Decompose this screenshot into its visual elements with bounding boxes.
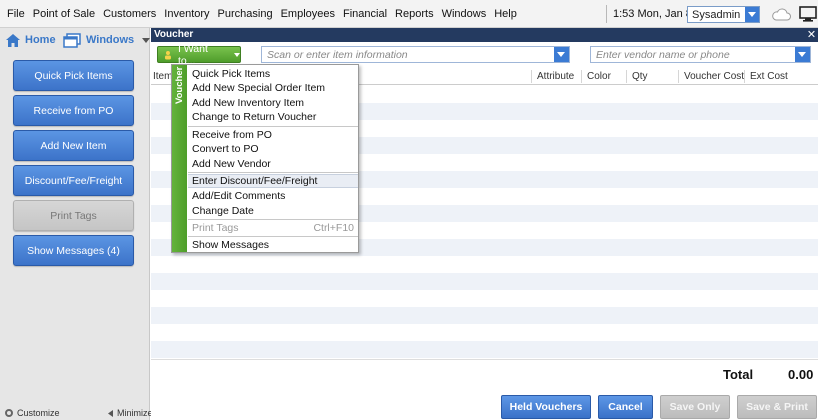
cloud-icon[interactable] <box>771 7 791 21</box>
column-header-color[interactable]: Color <box>587 71 611 82</box>
chevron-down-icon[interactable] <box>554 47 569 62</box>
item-scan-placeholder: Scan or enter item information <box>267 49 408 61</box>
table-row[interactable] <box>151 273 818 290</box>
minimize-link[interactable]: Minimize <box>106 408 153 418</box>
menu-employees[interactable]: Employees <box>277 8 339 20</box>
column-divider <box>678 70 679 83</box>
total-value: 0.00 <box>788 367 814 382</box>
home-icon <box>6 33 20 47</box>
i-want-to-button[interactable]: I Want to... <box>157 43 241 67</box>
add-new-item-button[interactable]: Add New Item <box>13 130 134 161</box>
voucher-footer: Total 0.00 Held Vouchers Cancel Save Onl… <box>151 359 818 420</box>
voucher-toolbar: I Want to... Scan or enter item informat… <box>151 42 818 67</box>
chevron-down-icon <box>745 7 759 22</box>
menu-item-quick-pick-items[interactable]: Quick Pick Items <box>188 67 358 81</box>
close-icon[interactable]: ✕ <box>805 28 818 42</box>
menu-item-change-to-return-voucher[interactable]: Change to Return Voucher <box>188 110 358 124</box>
menu-item-add-new-special-order-item[interactable]: Add New Special Order Item <box>188 81 358 95</box>
menu-item-print-tags[interactable]: Print Tags Ctrl+F10 <box>188 221 358 235</box>
customize-label: Customize <box>17 408 60 418</box>
total-label: Total <box>723 367 754 382</box>
left-panel-footer: Customize Minimize <box>0 406 153 420</box>
menu-customers[interactable]: Customers <box>99 8 160 20</box>
home-label: Home <box>25 34 56 46</box>
column-header-attribute[interactable]: Attribute <box>537 71 574 82</box>
menu-divider <box>188 172 358 173</box>
i-want-to-label: I Want to... <box>177 42 208 67</box>
column-divider <box>581 70 582 83</box>
windows-link[interactable]: Windows <box>63 31 151 49</box>
table-row[interactable] <box>151 290 818 307</box>
menu-point-of-sale[interactable]: Point of Sale <box>29 8 99 20</box>
home-link[interactable]: Home <box>5 31 56 49</box>
menu-reports[interactable]: Reports <box>391 8 438 20</box>
menu-financial[interactable]: Financial <box>339 8 391 20</box>
discount-fee-freight-button[interactable]: Discount/Fee/Freight <box>13 165 134 196</box>
receive-from-po-button[interactable]: Receive from PO <box>13 95 134 126</box>
user-select[interactable]: Sysadmin <box>687 6 760 23</box>
caret-down-icon <box>234 52 240 57</box>
column-header-ext-cost[interactable]: Ext Cost <box>750 71 788 82</box>
monitor-icon[interactable] <box>799 5 817 23</box>
menu-item-print-tags-label: Print Tags <box>192 222 239 234</box>
chevron-down-icon[interactable] <box>795 47 810 62</box>
column-divider <box>531 70 532 83</box>
menu-purchasing[interactable]: Purchasing <box>214 8 277 20</box>
vendor-placeholder: Enter vendor name or phone <box>596 49 730 61</box>
table-row[interactable] <box>151 256 818 273</box>
menu-bar: File Point of Sale Customers Inventory P… <box>0 0 818 28</box>
chevron-left-icon <box>108 409 113 417</box>
person-icon <box>164 50 171 59</box>
divider <box>606 5 607 23</box>
column-divider <box>744 70 745 83</box>
menu-inventory[interactable]: Inventory <box>160 8 213 20</box>
column-header-voucher-cost[interactable]: Voucher Cost <box>684 71 744 82</box>
menu-divider <box>188 236 358 237</box>
menu-help[interactable]: Help <box>490 8 521 20</box>
menu-item-add-edit-comments[interactable]: Add/Edit Comments <box>188 189 358 203</box>
i-want-to-menu: Voucher Quick Pick Items Add New Special… <box>171 64 359 253</box>
menu-item-print-tags-shortcut: Ctrl+F10 <box>313 222 354 234</box>
table-row[interactable] <box>151 341 818 358</box>
windows-icon <box>63 32 81 48</box>
window-titlebar: Voucher ✕ <box>151 28 818 42</box>
menu-item-convert-to-po[interactable]: Convert to PO <box>188 142 358 156</box>
clock-text: 1:53 Mon, Jan 8 <box>613 8 692 20</box>
windows-label: Windows <box>86 34 135 46</box>
menu-item-add-new-vendor[interactable]: Add New Vendor <box>188 157 358 171</box>
chevron-down-icon <box>142 37 151 43</box>
save-and-print-button[interactable]: Save & Print <box>737 395 817 419</box>
print-tags-button[interactable]: Print Tags <box>13 200 134 231</box>
held-vouchers-button[interactable]: Held Vouchers <box>501 395 591 419</box>
menu-item-enter-discount-fee-freight[interactable]: Enter Discount/Fee/Freight <box>188 174 358 188</box>
menu-item-add-new-inventory-item[interactable]: Add New Inventory Item <box>188 96 358 110</box>
table-row[interactable] <box>151 324 818 341</box>
menu-items: File Point of Sale Customers Inventory P… <box>3 0 521 28</box>
vendor-input[interactable]: Enter vendor name or phone <box>590 46 811 63</box>
menu-windows[interactable]: Windows <box>438 8 491 20</box>
cancel-button[interactable]: Cancel <box>598 395 653 419</box>
item-scan-input[interactable]: Scan or enter item information <box>261 46 570 63</box>
customize-link[interactable]: Customize <box>4 408 60 418</box>
menu-item-show-messages[interactable]: Show Messages <box>188 238 358 252</box>
user-select-value: Sysadmin <box>692 9 741 21</box>
left-panel: Home Windows Quick Pick Items Receive fr… <box>0 28 153 420</box>
minimize-label: Minimize <box>117 408 153 418</box>
menu-item-receive-from-po[interactable]: Receive from PO <box>188 128 358 142</box>
gear-icon <box>5 409 13 417</box>
menu-file[interactable]: File <box>3 8 29 20</box>
save-only-button[interactable]: Save Only <box>660 395 730 419</box>
menu-item-change-date[interactable]: Change Date <box>188 204 358 218</box>
menu-divider <box>188 219 358 220</box>
menu-vertical-label: Voucher <box>174 67 185 105</box>
menu-divider <box>188 126 358 127</box>
column-header-item[interactable]: Item <box>153 71 172 82</box>
column-header-qty[interactable]: Qty <box>632 71 648 82</box>
show-messages-button[interactable]: Show Messages (4) <box>13 235 134 266</box>
quick-pick-items-button[interactable]: Quick Pick Items <box>13 60 134 91</box>
window-title: Voucher <box>154 29 194 40</box>
column-divider <box>626 70 627 83</box>
table-row[interactable] <box>151 307 818 324</box>
